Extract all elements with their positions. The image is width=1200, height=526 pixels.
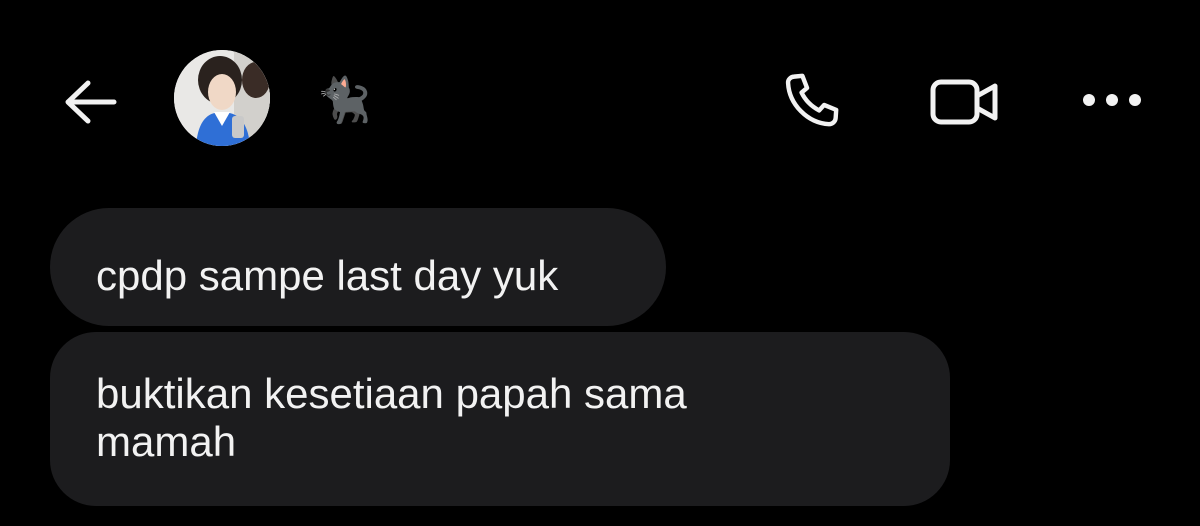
more-options-button[interactable] [1076,80,1148,120]
profile-photo [174,50,270,146]
video-call-button[interactable] [920,68,1010,136]
phone-icon [785,73,839,127]
contact-name[interactable]: 🐈‍⬛ [312,70,376,132]
voice-call-button[interactable] [772,62,852,138]
video-camera-icon [930,79,998,125]
message-bubble[interactable]: buktikan kesetiaan papah sama mamah [50,332,950,506]
arrow-left-icon [65,80,117,124]
message-bubble[interactable]: cpdp sampe last day yuk [50,208,666,326]
back-button[interactable] [52,72,128,132]
avatar[interactable] [174,50,270,146]
chat-header: 🐈‍⬛ [0,0,1200,200]
more-horizontal-icon [1083,94,1141,106]
message-thread: cpdp sampe last day yuk buktikan kesetia… [0,200,1200,526]
